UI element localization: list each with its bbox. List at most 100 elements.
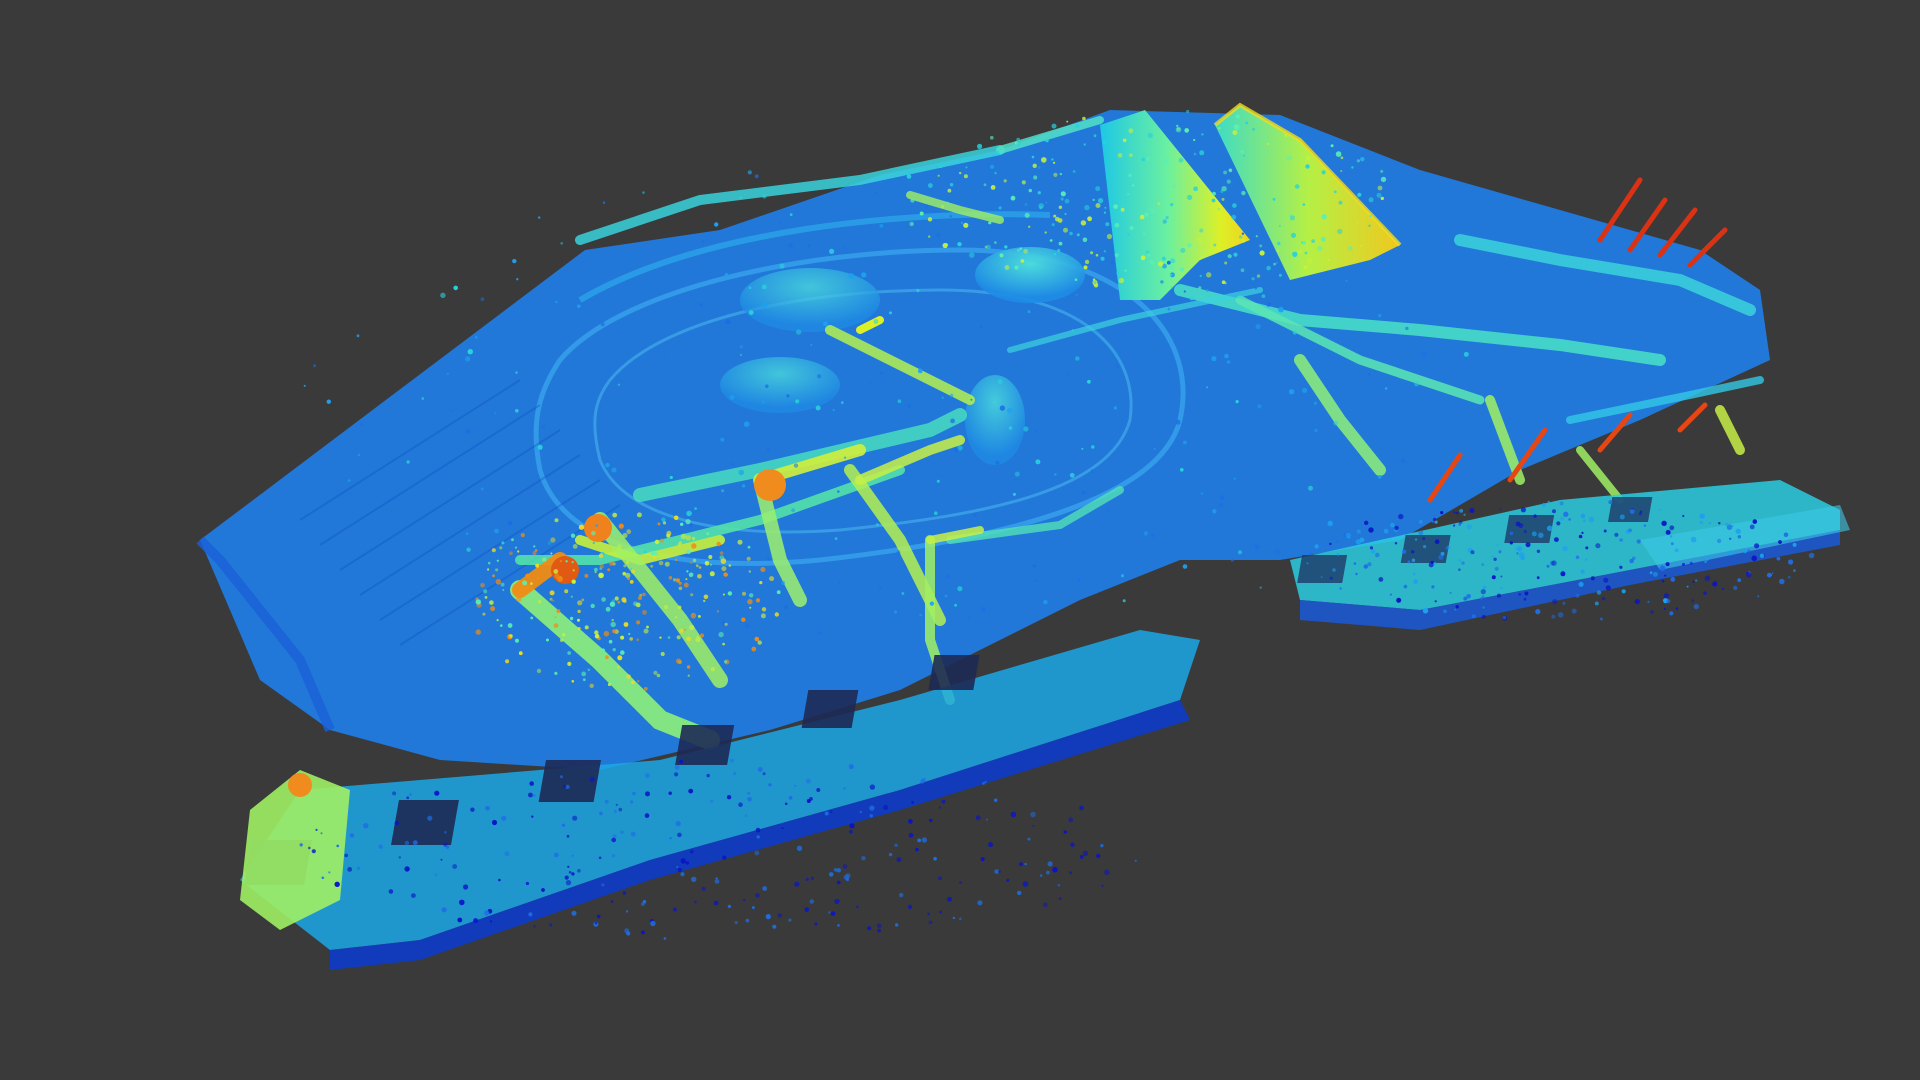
lidar-point xyxy=(698,566,702,569)
lidar-point xyxy=(631,569,636,574)
lidar-point xyxy=(1562,601,1566,605)
lidar-point xyxy=(514,546,518,549)
lidar-point xyxy=(562,633,566,637)
lidar-point xyxy=(911,800,914,804)
lidar-point xyxy=(635,602,641,608)
lidar-point xyxy=(571,561,574,564)
lidar-point xyxy=(949,215,952,218)
lidar-point xyxy=(446,372,449,375)
lidar-point xyxy=(832,409,835,412)
lidar-point xyxy=(1419,520,1423,524)
lidar-point xyxy=(1306,257,1313,264)
lidar-point xyxy=(594,571,597,574)
lidar-point xyxy=(1422,537,1426,541)
lidar-point xyxy=(1491,575,1496,580)
lidar-point xyxy=(567,865,570,868)
lidar-point xyxy=(1093,134,1097,138)
lidar-point xyxy=(1327,259,1331,262)
lidar-point xyxy=(1356,221,1359,224)
lidar-point xyxy=(495,579,502,585)
lidar-point xyxy=(525,573,531,579)
lidar-point xyxy=(731,462,735,466)
lidar-point xyxy=(1380,169,1384,173)
lidar-point xyxy=(1682,562,1685,566)
lidar-point xyxy=(1585,546,1589,550)
lidar-point xyxy=(528,912,533,917)
lidar-point xyxy=(612,629,617,634)
lidar-point xyxy=(303,384,306,387)
lidar-point xyxy=(1043,902,1048,908)
lidar-point xyxy=(490,606,496,612)
lidar-point xyxy=(1114,253,1119,258)
lidar-point xyxy=(678,541,682,545)
lidar-point xyxy=(990,185,996,190)
lidar-point xyxy=(1431,520,1434,523)
lidar-point xyxy=(716,541,721,547)
lidar-point xyxy=(907,904,913,910)
lidar-point xyxy=(747,545,751,549)
lidar-point xyxy=(1808,552,1815,559)
lidar-point xyxy=(1595,543,1601,549)
lidar-point xyxy=(1666,599,1671,604)
lidar-point xyxy=(1277,241,1281,246)
lidar-point xyxy=(1340,156,1344,160)
lidar-point xyxy=(1114,222,1120,228)
lidar-point xyxy=(1314,428,1318,433)
lidar-point xyxy=(1079,855,1084,859)
lidar-point xyxy=(982,782,985,785)
lidar-point xyxy=(1608,500,1613,505)
lidar-point xyxy=(817,631,822,635)
lidar-point xyxy=(737,539,743,545)
lidar-point xyxy=(505,659,510,664)
cargo-hatch xyxy=(928,655,980,690)
lidar-point xyxy=(482,612,486,616)
lidar-point xyxy=(334,881,340,887)
lidar-point xyxy=(699,633,705,638)
lidar-point xyxy=(1003,179,1007,183)
lidar-point xyxy=(1071,329,1074,332)
lidar-point xyxy=(706,773,710,778)
lidar-point xyxy=(1751,555,1757,562)
lidar-point xyxy=(412,840,418,846)
cargo-hatch xyxy=(1297,555,1348,583)
lidar-point xyxy=(848,763,854,770)
lidar-point xyxy=(837,924,840,927)
lidar-point xyxy=(843,246,847,250)
lidar-point xyxy=(675,820,681,827)
lidar-point xyxy=(607,682,612,687)
lidar-point xyxy=(614,596,619,601)
lidar-point xyxy=(590,603,595,609)
point-cloud-viewport[interactable] xyxy=(0,0,1920,1080)
lidar-point xyxy=(601,648,606,653)
lidar-point xyxy=(1075,124,1080,129)
lidar-point xyxy=(1378,577,1384,582)
lidar-point xyxy=(525,881,530,886)
lidar-point xyxy=(594,921,598,925)
lidar-point xyxy=(969,252,975,258)
lidar-point xyxy=(1038,166,1041,169)
lidar-point xyxy=(709,571,715,577)
lidar-point xyxy=(1455,511,1459,515)
lidar-point xyxy=(722,642,725,646)
lidar-point xyxy=(710,667,715,672)
point-cloud-scene[interactable] xyxy=(0,0,1920,1080)
lidar-point xyxy=(549,597,553,601)
lidar-point xyxy=(1241,232,1245,235)
lidar-point xyxy=(500,582,505,587)
lidar-point xyxy=(869,784,876,790)
lidar-point xyxy=(1017,890,1022,896)
lidar-point xyxy=(470,807,475,812)
lidar-point xyxy=(1276,249,1279,252)
lidar-point xyxy=(1649,571,1653,575)
lidar-point xyxy=(967,615,971,619)
lidar-point xyxy=(944,594,948,598)
lidar-point xyxy=(1455,605,1459,609)
lidar-point xyxy=(1580,569,1585,574)
lidar-point xyxy=(779,263,785,269)
lidar-point xyxy=(1232,130,1238,136)
lidar-point xyxy=(977,900,983,906)
lidar-point xyxy=(564,875,569,880)
lidar-point xyxy=(587,668,591,672)
lidar-point xyxy=(1245,121,1249,125)
lidar-point xyxy=(704,561,710,566)
